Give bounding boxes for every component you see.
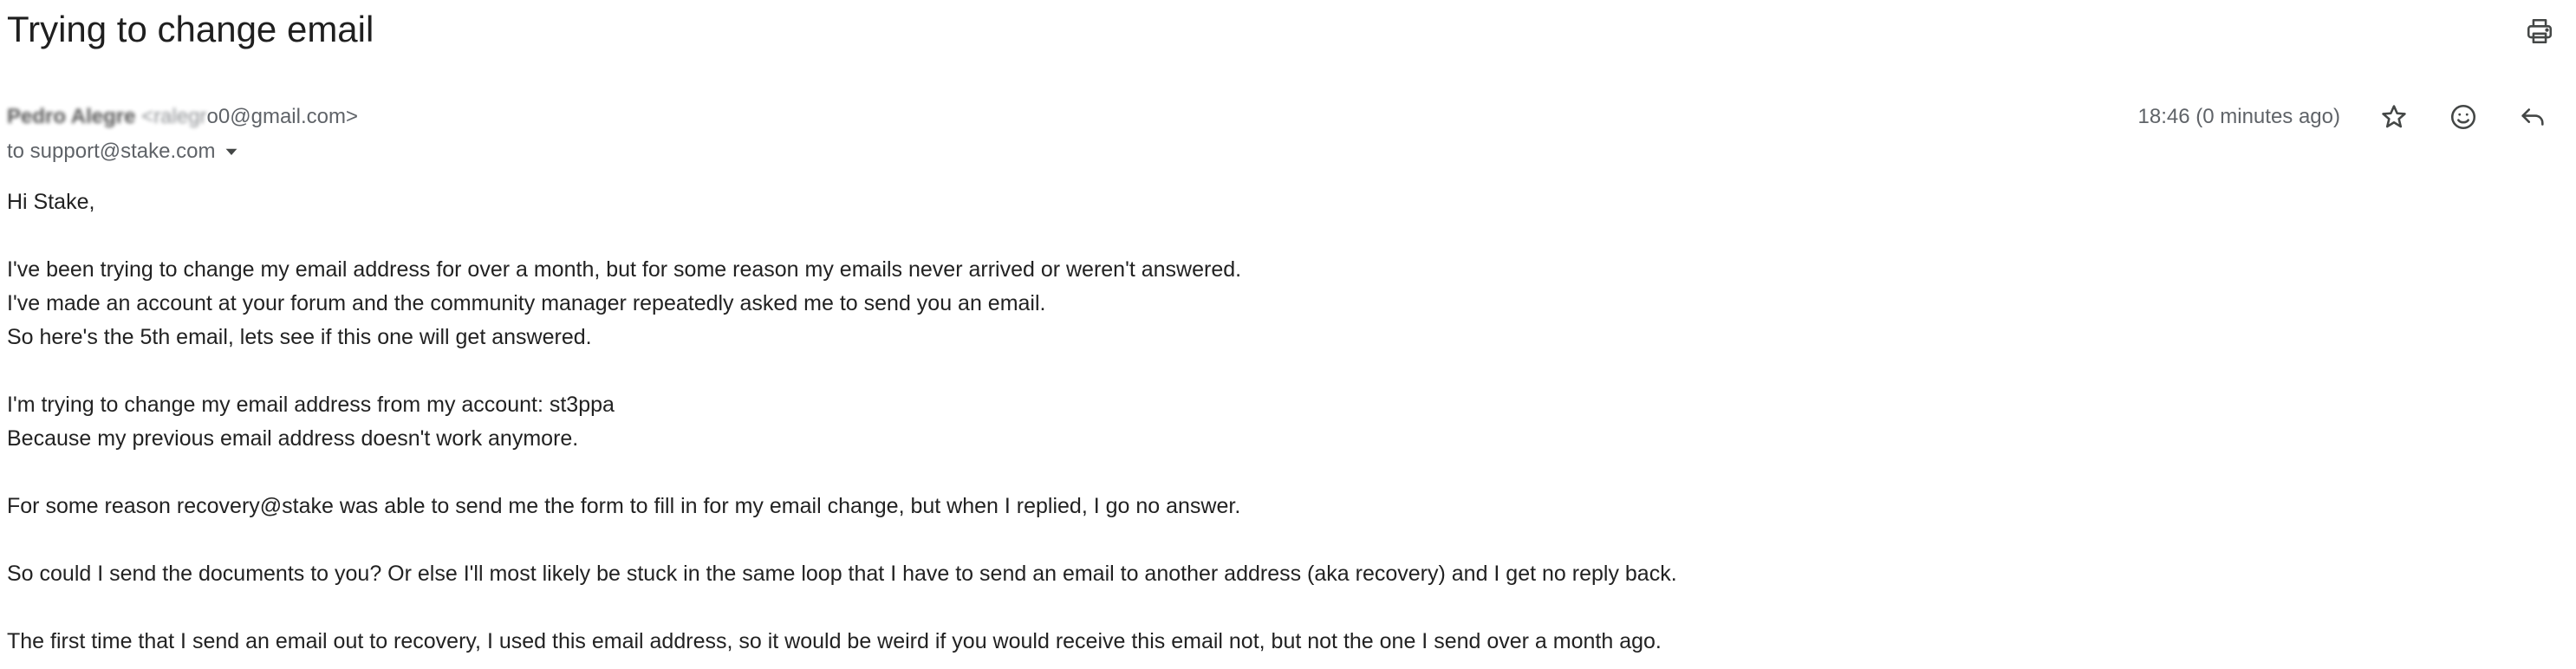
show-details-button[interactable] — [218, 139, 244, 165]
body-line: So could I send the documents to you? Or… — [7, 562, 1677, 586]
sender-email: o0@gmail.com> — [206, 105, 358, 128]
body-line: Because my previous email address doesn'… — [7, 426, 579, 451]
sender-email-redacted: <ralegr — [141, 105, 207, 128]
recipient-line: to support@stake.com — [7, 137, 244, 166]
body-line: Hi Stake, — [7, 190, 95, 214]
body-blank-line — [7, 591, 2521, 625]
body-blank-line — [7, 354, 2521, 388]
print-icon — [2525, 16, 2554, 46]
email-body: Hi Stake, I've been trying to change my e… — [7, 185, 2521, 659]
chevron-down-icon — [224, 145, 238, 159]
body-blank-line — [7, 456, 2521, 490]
body-line: I've made an account at your forum and t… — [7, 291, 1046, 315]
reply-button[interactable] — [2512, 96, 2553, 138]
email-view: Trying to change email Pedro Alegre <ral… — [0, 0, 2576, 669]
recipient-text: to support@stake.com — [7, 140, 216, 163]
star-icon — [2379, 102, 2409, 132]
print-button[interactable] — [2519, 10, 2560, 52]
email-subject: Trying to change email — [7, 9, 374, 49]
email-timestamp: 18:46 (0 minutes ago) — [2137, 105, 2340, 128]
sender-line: Pedro Alegre <ralegro0@gmail.com> — [7, 102, 358, 132]
sender-name[interactable]: Pedro Alegre — [7, 105, 136, 128]
emoji-icon — [2449, 102, 2478, 132]
reply-icon — [2518, 102, 2547, 132]
star-button[interactable] — [2373, 96, 2415, 138]
body-line: I'm trying to change my email address fr… — [7, 393, 615, 417]
body-line: For some reason recovery@stake was able … — [7, 494, 1241, 518]
body-blank-line — [7, 219, 2521, 253]
body-line: So here's the 5th email, lets see if thi… — [7, 325, 592, 349]
body-blank-line — [7, 523, 2521, 557]
add-reaction-button[interactable] — [2443, 96, 2484, 138]
body-line: The first time that I send an email out … — [7, 629, 1662, 653]
body-line: I've been trying to change my email addr… — [7, 257, 1242, 282]
